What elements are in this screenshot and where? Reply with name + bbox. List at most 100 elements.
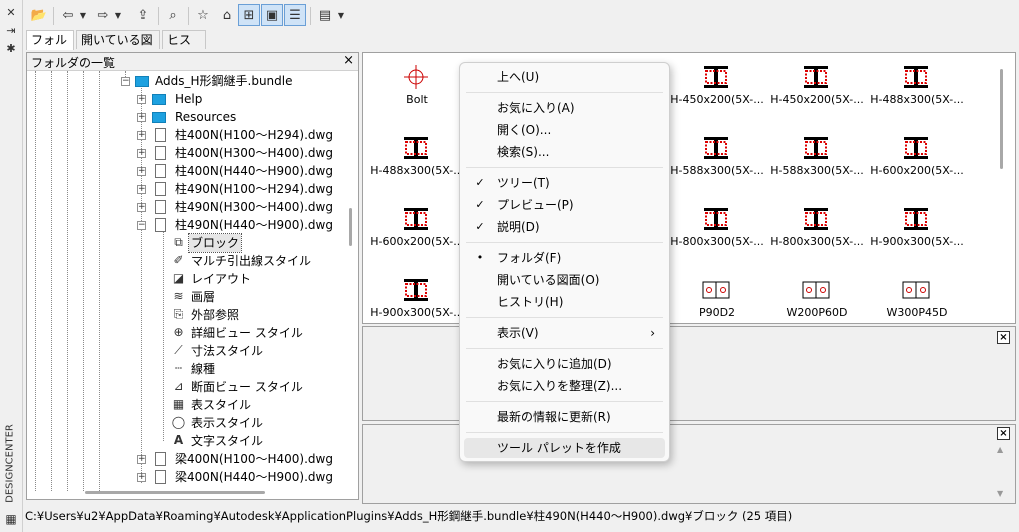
close-icon[interactable]: × (997, 331, 1010, 344)
dropdown-arrow-icon[interactable]: ▼ (335, 4, 347, 26)
forward-icon[interactable]: ⇨ (92, 4, 114, 26)
block-thumbnail[interactable]: H-450x200(5X-... (667, 59, 767, 129)
menu-item-preview[interactable]: ✓ プレビュー(P) (464, 195, 665, 215)
tab-folders[interactable]: フォルダ (26, 30, 74, 66)
steel-section-block-icon (804, 208, 828, 230)
search-icon[interactable]: ⌕ (162, 4, 184, 26)
steel-section-block-icon (904, 208, 928, 230)
steel-section-block-icon (404, 137, 428, 159)
menu-item-view[interactable]: 表示(V) › (464, 323, 665, 343)
menu-item-favorites[interactable]: お気に入り(A) (464, 98, 665, 118)
steel-section-block-icon (802, 281, 830, 299)
autohide-icon[interactable]: ⇥ (4, 24, 18, 37)
block-thumbnail-label: H-900x300(5X-... (370, 306, 464, 319)
steel-section-block-icon (902, 281, 930, 299)
palette-strip: ✕ ⇥ ✱ DESIGNCENTER ▦ (0, 0, 23, 532)
tree-horizontal-scrollbar[interactable] (85, 491, 265, 494)
drawing-file-icon (155, 182, 166, 196)
drawing-file-icon (155, 452, 166, 466)
section-view-icon: ⊿ (173, 379, 184, 393)
menu-item-history[interactable]: ヒストリ(H) (464, 292, 665, 312)
steel-section-block-icon (704, 208, 728, 230)
detail-view-icon: ⊕ (173, 325, 184, 339)
drawing-file-icon (155, 146, 166, 160)
menu-item-open[interactable]: 開く(O)... (464, 120, 665, 140)
close-icon[interactable]: × (343, 53, 354, 68)
block-thumbnail[interactable]: W300P45D (867, 272, 967, 323)
content-vertical-scrollbar[interactable] (1000, 69, 1003, 169)
menu-item-search[interactable]: 検索(S)... (464, 142, 665, 162)
load-icon[interactable]: 📂 (28, 4, 50, 26)
home-icon[interactable]: ⌂ (216, 4, 238, 26)
tree-toggle-icon[interactable]: ⊞ (238, 4, 260, 26)
bullet-icon: • (476, 251, 484, 264)
tab-history[interactable]: ヒストリ (162, 30, 206, 66)
tree-vertical-scrollbar[interactable] (349, 208, 352, 246)
dropdown-arrow-icon[interactable]: ▼ (77, 4, 89, 26)
up-icon[interactable]: ⇪ (132, 4, 154, 26)
folder-tree-panel: フォルダの一覧 × − Adds_H形鋼継手.bundle + Help + R… (26, 52, 359, 500)
layout-icon: ◪ (172, 271, 185, 285)
steel-section-block-icon (904, 66, 928, 88)
close-palette-icon[interactable]: ✕ (4, 6, 18, 19)
scroll-down-icon[interactable]: ▼ (997, 489, 1003, 498)
tab-open-drawings[interactable]: 開いている図面 (76, 30, 160, 66)
block-thumbnail[interactable]: P90D2 (667, 272, 767, 323)
steel-section-block-icon (404, 279, 428, 301)
menu-item-open-drawings[interactable]: 開いている図面(O) (464, 270, 665, 290)
block-thumbnail[interactable]: H-450x200(5X-... (767, 59, 867, 129)
block-icon: ⧉ (174, 235, 183, 249)
block-thumbnail[interactable]: H-588x300(5X-... (767, 130, 867, 200)
block-thumbnail[interactable]: H-600x200(5X-... (867, 130, 967, 200)
steel-section-block-icon (404, 208, 428, 230)
preview-icon[interactable]: ▣ (261, 4, 283, 26)
description-icon[interactable]: ☰ (284, 4, 306, 26)
block-thumbnail[interactable]: Bolt (367, 59, 467, 129)
linetype-icon: ┄ (174, 361, 183, 375)
block-thumbnail[interactable]: W200P60D (767, 272, 867, 323)
text-style-icon: A (173, 433, 184, 447)
block-thumbnail[interactable]: H-800x300(5X-... (667, 201, 767, 271)
drawing-file-icon (155, 200, 166, 214)
favorites-icon[interactable]: ☆ (192, 4, 214, 26)
dimension-style-icon: ⟋ (174, 343, 183, 357)
close-icon[interactable]: × (997, 427, 1010, 440)
block-thumbnail[interactable]: H-900x300(5X-... (867, 201, 967, 271)
menu-item-create-tool-palette[interactable]: ツール パレットを作成 (464, 438, 665, 458)
xref-icon: ⎘ (173, 307, 184, 321)
tree-header-title: フォルダの一覧 (31, 56, 116, 70)
palette-menu-icon[interactable]: ▦ (4, 512, 18, 526)
menu-item-up[interactable]: 上へ(U) (464, 67, 665, 87)
block-thumbnail[interactable]: H-488x300(5X-... (367, 130, 467, 200)
drawing-file-icon (155, 128, 166, 142)
menu-item-description[interactable]: ✓ 説明(D) (464, 217, 665, 237)
block-thumbnail-label: W300P45D (886, 306, 948, 319)
dropdown-arrow-icon[interactable]: ▼ (112, 4, 124, 26)
submenu-arrow-icon: › (650, 326, 655, 340)
scroll-up-icon[interactable]: ▲ (997, 445, 1003, 454)
views-icon[interactable]: ▤ (314, 4, 336, 26)
block-thumbnail-label: H-800x300(5X-... (670, 235, 764, 248)
block-thumbnail-label: H-450x200(5X-... (670, 93, 764, 106)
drawing-file-icon (155, 164, 166, 178)
steel-section-block-icon (804, 66, 828, 88)
menu-item-organize-favorites[interactable]: お気に入りを整理(Z)... (464, 376, 665, 396)
menu-item-refresh[interactable]: 最新の情報に更新(R) (464, 407, 665, 427)
menu-item-tree[interactable]: ✓ ツリー(T) (464, 173, 665, 193)
steel-section-block-icon (704, 66, 728, 88)
block-thumbnail-label: Bolt (406, 93, 428, 106)
block-thumbnail[interactable]: H-588x300(5X-... (667, 130, 767, 200)
properties-icon[interactable]: ✱ (4, 42, 18, 55)
block-thumbnail-label: P90D2 (698, 306, 736, 319)
status-bar: C:¥Users¥u2¥AppData¥Roaming¥Autodesk¥App… (25, 509, 793, 523)
block-thumbnail[interactable]: H-800x300(5X-... (767, 201, 867, 271)
block-thumbnail[interactable]: H-900x300(5X-... (367, 272, 467, 323)
back-icon[interactable]: ⇦ (57, 4, 79, 26)
menu-item-add-favorite[interactable]: お気に入りに追加(D) (464, 354, 665, 374)
check-icon: ✓ (475, 198, 485, 211)
block-thumbnail[interactable]: H-600x200(5X-... (367, 201, 467, 271)
block-thumbnail[interactable]: H-488x300(5X-... (867, 59, 967, 129)
menu-item-folders[interactable]: • フォルダ(F) (464, 248, 665, 268)
block-thumbnail-label: H-600x200(5X-... (870, 164, 964, 177)
block-thumbnail-label: H-488x300(5X-... (870, 93, 964, 106)
